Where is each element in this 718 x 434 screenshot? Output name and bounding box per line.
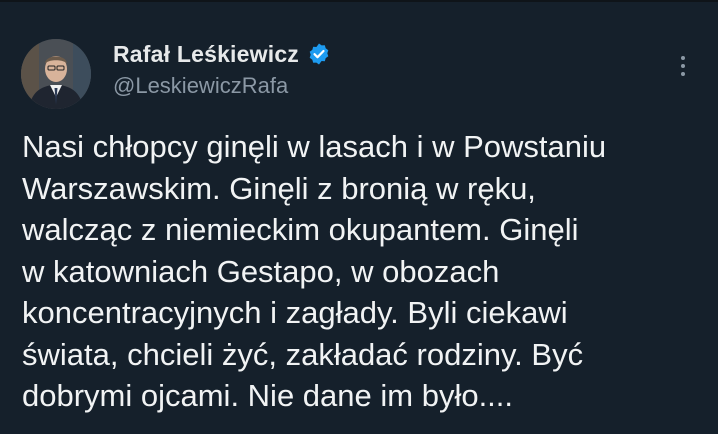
author-handle[interactable]: @LeskiewiczRafa (113, 73, 331, 99)
tweet-text-line: dobrymi ojcami. Nie dane im było.... (22, 378, 514, 413)
avatar-photo-icon (21, 39, 91, 109)
tweet-text-line: w katowniach Gestapo, w obozach (22, 253, 500, 289)
more-dot-icon (681, 72, 685, 76)
tweet-text: Nasi chłopcy ginęli w lasach i w Powstan… (22, 126, 702, 417)
tweet: Rafał Leśkiewicz @LeskiewiczRafa Nasi ch… (0, 0, 718, 434)
tweet-text-line: walcząc z niemieckim okupantem. Ginęli (22, 212, 579, 247)
author-display-name[interactable]: Rafał Leśkiewicz (113, 41, 299, 68)
author-block[interactable]: Rafał Leśkiewicz @LeskiewiczRafa (113, 38, 331, 99)
tweet-text-line: Warszawskim. Ginęli z bronią w ręku, (22, 170, 536, 206)
verified-badge-icon (307, 42, 331, 66)
tweet-text-line: koncentracyjnych i zagłady. Byli ciekawi (22, 295, 568, 330)
more-dot-icon (681, 64, 685, 68)
tweet-text-line: świata, chcieli żyć, zakładać rodziny. B… (22, 336, 584, 372)
more-dot-icon (681, 56, 685, 60)
tweet-text-line: Nasi chłopcy ginęli w lasach i w Powstan… (22, 129, 607, 164)
more-options-button[interactable] (672, 50, 694, 82)
author-name-row[interactable]: Rafał Leśkiewicz (113, 38, 331, 70)
avatar[interactable] (21, 39, 91, 109)
